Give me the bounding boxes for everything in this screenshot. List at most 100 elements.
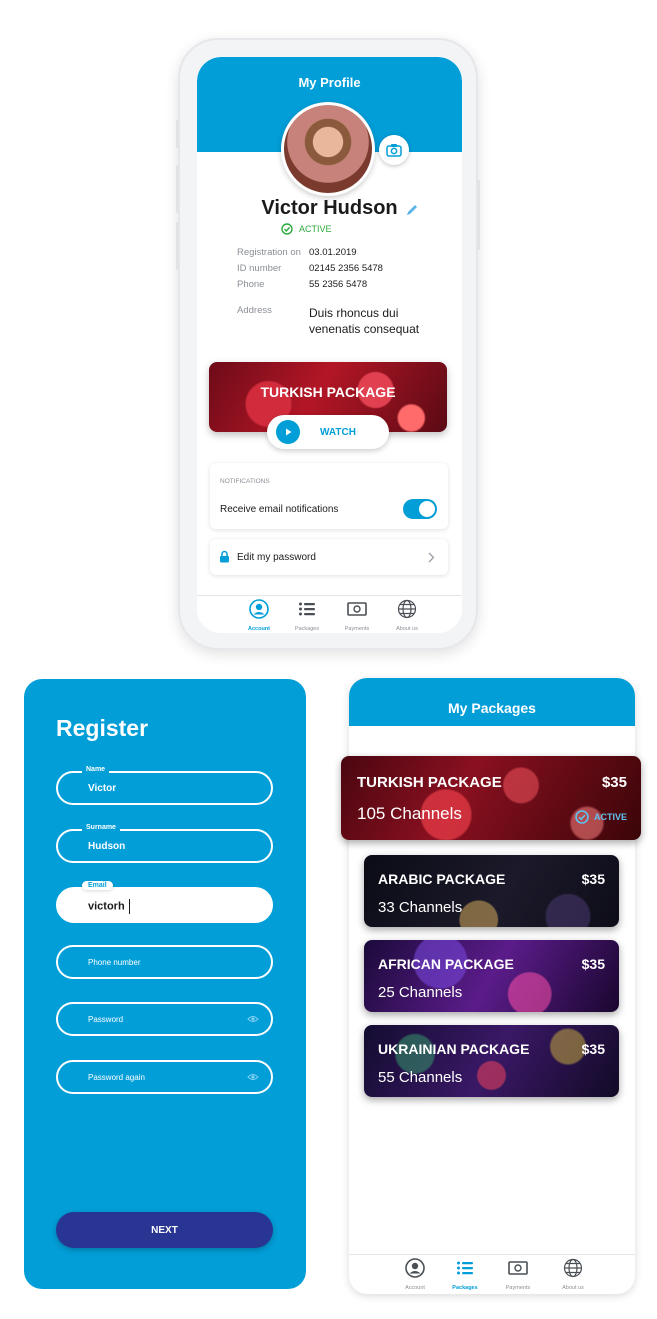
- profile-screen: My Profile Victor Hudson ACTIVE Registra…: [197, 57, 462, 633]
- lock-icon: [220, 550, 229, 563]
- info-row-address: Address Duis rhoncus dui venenatis conse…: [237, 305, 419, 337]
- package-name: TURKISH PACKAGE: [357, 774, 502, 791]
- info-row-registration: Registration on 03.01.2019: [237, 247, 357, 258]
- avatar: [281, 102, 375, 196]
- package-channels: 105 Channels: [357, 804, 462, 823]
- phone-side-button: [176, 165, 179, 213]
- check-circle-icon: [281, 223, 293, 235]
- package-price: $35: [581, 1041, 605, 1057]
- package-price: $35: [601, 774, 627, 791]
- package-channels: 25 Channels: [378, 984, 463, 1001]
- edit-password-label: Edit my password: [237, 552, 316, 563]
- package-card-arabic[interactable]: ARABIC PACKAGE $35 33 Channels: [364, 855, 619, 927]
- payments-icon: [508, 1261, 528, 1275]
- packages-screen: My Packages TURKISH PACKAGE $35 105 Chan…: [341, 678, 641, 1295]
- package-channels: 55 Channels: [378, 1069, 463, 1086]
- surname-field[interactable]: Surname Hudson: [56, 824, 273, 863]
- status-text: ACTIVE: [593, 812, 627, 822]
- eye-icon[interactable]: [247, 1073, 259, 1081]
- password-again-field[interactable]: Password again: [56, 1060, 273, 1094]
- email-notifications-label: Receive email notifications: [220, 504, 339, 515]
- package-channels: 33 Channels: [378, 899, 463, 916]
- field-placeholder: Phone number: [88, 958, 141, 967]
- change-photo-button[interactable]: [379, 135, 409, 165]
- account-icon: [405, 1258, 425, 1278]
- package-card-ukrainian[interactable]: UKRAINIAN PACKAGE $35 55 Channels: [364, 1025, 619, 1097]
- tab-label: Account: [248, 626, 270, 632]
- camera-icon: [386, 144, 402, 157]
- tab-label: About us: [396, 626, 418, 632]
- chevron-right-icon: [428, 552, 435, 563]
- tab-label: Account: [405, 1285, 425, 1291]
- notifications-header: NOTIFICATIONS: [220, 478, 270, 485]
- package-name: AFRICAN PACKAGE: [378, 956, 514, 972]
- notifications-card: NOTIFICATIONS Receive email notification…: [210, 463, 448, 529]
- tab-account[interactable]: Account: [389, 1258, 441, 1291]
- tab-label: Payments: [505, 1285, 531, 1291]
- phone-side-button: [176, 222, 179, 270]
- tab-label: About us: [562, 1285, 584, 1291]
- package-price: $35: [581, 956, 605, 972]
- email-value: victorh: [88, 900, 125, 913]
- tab-packages[interactable]: Packages: [281, 599, 333, 632]
- toggle-knob: [419, 501, 435, 517]
- info-row-id: ID number 02145 2356 5478: [237, 263, 383, 274]
- package-card-turkish[interactable]: TURKISH PACKAGE $35 105 Channels ACTIVE: [341, 756, 641, 840]
- tab-label: Packages: [452, 1285, 478, 1291]
- info-label: Address: [237, 305, 272, 316]
- next-button[interactable]: NEXT: [56, 1212, 273, 1248]
- field-value: victorh: [88, 899, 131, 914]
- tab-about-us[interactable]: About us: [381, 599, 433, 632]
- pencil-icon[interactable]: [405, 203, 419, 217]
- watch-button[interactable]: WATCH: [267, 415, 389, 449]
- email-field[interactable]: Email victorh: [56, 881, 273, 923]
- address-line: Duis rhoncus dui: [309, 306, 399, 320]
- phone-side-button: [477, 180, 480, 250]
- status-badge: ACTIVE: [281, 223, 332, 235]
- tab-bar: Account Packages Payments About us: [349, 1254, 635, 1295]
- info-value: 55 2356 5478: [309, 279, 368, 290]
- tab-label: Payments: [344, 626, 370, 632]
- check-circle-icon: [575, 810, 589, 824]
- tab-payments[interactable]: Payments: [492, 1258, 544, 1291]
- register-screen: Register Name Victor Surname Hudson Emai…: [24, 679, 306, 1289]
- info-row-phone: Phone 55 2356 5478: [237, 279, 367, 290]
- watch-label: WATCH: [320, 426, 356, 438]
- tab-about-us[interactable]: About us: [547, 1258, 599, 1291]
- page-title: My Profile: [298, 75, 361, 90]
- tab-bar: Account Packages Payments About us: [197, 595, 462, 633]
- field-placeholder: Password: [88, 1015, 124, 1024]
- text-caret: [128, 899, 131, 914]
- field-label: Email: [82, 881, 113, 890]
- name-field[interactable]: Name Victor: [56, 766, 273, 805]
- status-text: ACTIVE: [299, 224, 332, 234]
- account-icon: [249, 599, 269, 619]
- field-value: Hudson: [88, 841, 126, 852]
- password-field[interactable]: Password: [56, 1002, 273, 1036]
- package-price: $35: [581, 871, 605, 887]
- phone-side-button: [176, 120, 179, 148]
- field-placeholder: Password again: [88, 1073, 145, 1082]
- play-icon: [276, 420, 300, 444]
- info-label: Registration on: [237, 247, 301, 258]
- edit-password-row[interactable]: Edit my password: [210, 539, 448, 575]
- tab-packages[interactable]: Packages: [439, 1258, 491, 1291]
- page-title: Register: [56, 715, 149, 741]
- tab-label: Packages: [294, 626, 320, 632]
- eye-icon[interactable]: [247, 1015, 259, 1023]
- packages-icon: [457, 1261, 473, 1275]
- tab-payments[interactable]: Payments: [331, 599, 383, 632]
- packages-icon: [299, 602, 315, 616]
- info-value: 03.01.2019: [309, 247, 357, 258]
- payments-icon: [347, 602, 367, 616]
- info-label: Phone: [237, 279, 265, 290]
- globe-icon: [397, 599, 417, 619]
- package-name: ARABIC PACKAGE: [378, 871, 506, 887]
- address-line: venenatis consequat: [309, 322, 420, 336]
- email-notifications-toggle[interactable]: [403, 499, 437, 519]
- tab-account[interactable]: Account: [233, 599, 285, 632]
- phone-number-field[interactable]: Phone number: [56, 945, 273, 979]
- field-label: Surname: [82, 824, 120, 831]
- package-banner-title: TURKISH PACKAGE: [260, 384, 396, 400]
- package-card-african[interactable]: AFRICAN PACKAGE $35 25 Channels: [364, 940, 619, 1012]
